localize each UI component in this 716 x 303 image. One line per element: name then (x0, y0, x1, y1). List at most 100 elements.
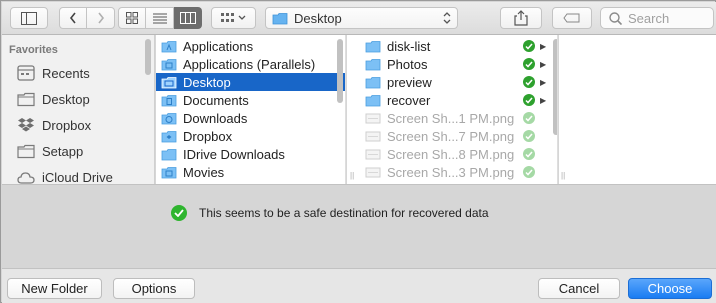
item-label: Desktop (183, 74, 231, 90)
item-label: preview (387, 74, 432, 90)
column-scrollbar[interactable] (337, 39, 343, 103)
folder-icon (365, 40, 381, 52)
disclosure-arrow-icon: ▶ (540, 59, 547, 69)
chevron-down-icon (238, 15, 246, 20)
new-folder-button[interactable]: New Folder (7, 278, 102, 299)
back-button[interactable] (59, 7, 87, 29)
item-label: Photos (387, 56, 428, 72)
column-scrollbar[interactable] (553, 39, 557, 135)
status-check-icon (523, 94, 535, 106)
clock-icon (16, 65, 36, 81)
sidebar-toggle-button[interactable] (10, 7, 48, 29)
status-message: This seems to be a safe destination for … (171, 205, 489, 221)
disclosure-arrow-icon: ▶ (540, 77, 547, 87)
image-file-icon (365, 113, 381, 124)
chevron-left-icon (69, 12, 76, 24)
list-item[interactable]: Photos ▶ (347, 55, 557, 73)
disclosure-arrow-icon: ▶ (540, 41, 547, 51)
tag-icon (563, 13, 580, 23)
list-item[interactable]: Dropbox (156, 127, 345, 145)
list-item[interactable]: recover ▶ (347, 91, 557, 109)
sidebar-item-icloud-drive[interactable]: iCloud Drive (2, 166, 154, 185)
search-placeholder: Search (628, 10, 670, 26)
columns-icon (179, 12, 196, 24)
sidebar-item-dropbox[interactable]: Dropbox (2, 114, 154, 136)
sidebar-item-recents[interactable]: Recents (2, 62, 154, 84)
location-popup[interactable]: Desktop (265, 7, 458, 29)
search-icon (609, 11, 622, 25)
list-item[interactable]: Documents (156, 91, 345, 109)
folder-icon (16, 143, 36, 159)
chevron-right-icon (97, 12, 104, 24)
item-label: Screen Sh...8 PM.png (387, 146, 515, 162)
list-item[interactable]: disk-list ▶ (347, 37, 557, 55)
dropbox-folder-icon (161, 130, 177, 142)
icon-view-button[interactable] (118, 7, 146, 29)
choose-button[interactable]: Choose (628, 278, 712, 299)
options-button[interactable]: Options (113, 278, 195, 299)
list-item[interactable]: Applications (Parallels) (156, 55, 345, 73)
list-item: Screen Sh...1 PM.png (347, 109, 557, 127)
back-forward-group (59, 7, 115, 29)
list-item: Screen Sh...8 PM.png (347, 145, 557, 163)
share-button[interactable] (500, 7, 542, 29)
item-label: IDrive Downloads (183, 146, 285, 162)
sidebar-item-label: iCloud Drive (42, 169, 113, 185)
folder-icon (16, 91, 36, 107)
desktop-folder-icon (161, 76, 177, 88)
list-icon (152, 13, 167, 23)
sidebar-item-desktop[interactable]: Desktop (2, 88, 154, 110)
sidebar-item-label: Recents (42, 65, 90, 81)
grid-icon (126, 12, 138, 24)
list-item: Screen Sh...7 PM.png (347, 127, 557, 145)
column-resize-handle[interactable]: || (561, 171, 565, 180)
column-resize-handle[interactable]: || (350, 171, 354, 180)
status-check-icon (523, 40, 535, 52)
sidebar-scrollbar[interactable] (145, 39, 151, 75)
item-label: Downloads (183, 110, 248, 126)
folder-icon (365, 58, 381, 70)
column-home: Applications Applications (Parallels) De… (156, 35, 346, 184)
folder-icon (365, 94, 381, 106)
list-item[interactable]: Applications (156, 37, 345, 55)
image-file-icon (365, 131, 381, 142)
arrange-button[interactable] (211, 7, 256, 29)
view-mode-group (118, 7, 202, 29)
image-file-icon (365, 149, 381, 160)
list-view-button[interactable] (146, 7, 174, 29)
column-empty: || (559, 35, 716, 184)
status-message-text: This seems to be a safe destination for … (199, 206, 489, 220)
sidebar-item-setapp[interactable]: Setapp (2, 140, 154, 162)
list-item[interactable]: Downloads (156, 109, 345, 127)
sidebar-item-label: Setapp (42, 143, 84, 159)
status-check-icon (523, 112, 535, 124)
dropbox-icon (16, 117, 36, 133)
tags-button[interactable] (552, 7, 592, 29)
list-item[interactable]: IDrive Downloads (156, 145, 345, 163)
list-item[interactable]: Movies (156, 163, 345, 181)
success-check-icon (171, 205, 187, 221)
search-field[interactable]: Search (600, 7, 714, 29)
forward-button[interactable] (87, 7, 115, 29)
status-check-icon (523, 76, 535, 88)
list-item-selected[interactable]: Desktop ▶ (156, 73, 345, 91)
item-label: Documents (183, 92, 249, 108)
movies-folder-icon (161, 166, 177, 178)
folder-icon (161, 148, 177, 160)
cancel-button[interactable]: Cancel (538, 278, 620, 299)
sidebar: Favorites Recents Desktop Dropbox Setapp… (2, 35, 155, 184)
image-file-icon (365, 167, 381, 178)
item-label: Dropbox (183, 128, 233, 144)
disclosure-arrow-icon: ▶ (540, 95, 547, 105)
item-label: Movies (183, 164, 225, 180)
folder-icon (272, 12, 288, 24)
applications-folder-icon (161, 40, 177, 52)
share-icon (514, 10, 528, 26)
column-desktop: disk-list ▶ Photos ▶ preview ▶ recover ▶… (347, 35, 558, 184)
toolbar: Desktop Search (2, 2, 716, 35)
list-item[interactable]: preview ▶ (347, 73, 557, 91)
cloud-icon (16, 169, 36, 184)
arrange-grid-icon (221, 13, 234, 22)
status-check-icon (523, 58, 535, 70)
column-view-button[interactable] (174, 7, 202, 29)
